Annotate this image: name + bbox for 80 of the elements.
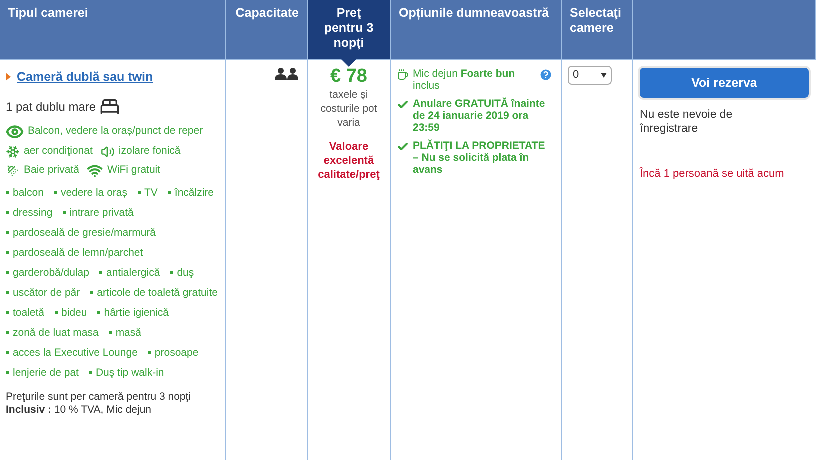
bullet-icon [99,271,102,274]
facility-text: hârtie igienică [104,306,170,320]
dropdown-arrow-icon [601,73,607,78]
snowflake-icon [6,144,20,159]
column-header: Tipul camerei [0,0,226,59]
facility-text: acces la Executive Lounge [13,346,138,360]
bullet-icon [90,291,94,294]
facility-text: TV [144,186,158,200]
facility-text: antialergică [106,266,160,280]
column-header: Selectaţi camere [562,0,633,59]
facility-text: pardoseală de gresie/marmură [13,226,156,240]
facility-text: bideu [62,306,88,320]
reserve-button[interactable]: Voi rezerva [640,68,809,98]
facility-text: încălzire [174,186,214,200]
facility-text: Duş tip walk-in [96,366,164,380]
room-name-link[interactable]: Cameră dublă sau twin [17,68,154,87]
facility-text: prosoape [154,346,199,360]
coffee-icon [397,69,409,81]
check-icon [397,99,409,111]
bullet-icon [6,211,9,214]
facility-text: lenjerie de pat [13,366,79,380]
bullet-icon [6,251,9,254]
viewers-alert-text: Încă 1 persoană se uită acum [640,166,786,182]
bullet-icon [138,191,140,194]
bullet-icon [97,311,100,314]
pointer-icon [341,59,357,67]
facility-text: garderobă/dulap [13,266,90,280]
option-text: Anulare GRATUITĂ înainte de 24 ianuarie 2019 ora 23:59 [413,98,546,134]
speaker-icon [100,144,115,159]
bullet-icon [54,311,58,314]
highlight-text: izolare fonică [118,144,181,159]
option-text: Mic dejun Foarte bun inclus [413,68,516,92]
bullet-icon [6,351,9,354]
bullet-icon [6,291,9,294]
bullet-icon [6,271,9,274]
bullet-icon [6,311,9,314]
highlight-text: aer condiţionat [24,144,93,159]
facility-text: balcon [13,186,44,200]
highlight-text: Balcon, vedere la oraș/punct de reper [28,124,204,139]
facility-text: intrare privată [70,206,134,220]
price-note-text: taxele și costurile pot varia [320,88,378,130]
price-amount: € 78 [330,66,368,88]
eye-icon [6,122,24,141]
column-header: Opțiunile dumneavoastră [391,0,562,59]
shower-icon [6,164,20,178]
two-people-icon [275,68,299,80]
bullet-icon [108,331,112,334]
bullet-icon [6,331,9,334]
room-count-select[interactable]: 0 [568,66,612,85]
facility-text: pardoseală de lemn/parchet [13,246,144,260]
bullet-icon [168,191,171,194]
highlight-text: Baie privată [24,162,80,178]
bullet-icon [6,191,9,194]
price-note: Preţurile sunt per cameră pentru 3 nopţi [6,390,192,404]
help-icon[interactable] [539,68,553,82]
bed-text: 1 pat dublu mare [6,98,96,116]
check-icon [397,141,409,153]
bullet-icon [88,371,92,374]
facility-text: duş [177,266,194,280]
bullet-icon [62,211,66,214]
facility-text: zonă de luat masa [13,326,99,340]
facility-text: toaletă [13,306,45,320]
bed-icon [100,96,120,117]
highlight-text: WiFi gratuit [107,162,161,178]
bullet-icon [6,371,9,374]
bullet-icon [54,191,57,194]
bullet-icon [170,271,174,274]
facility-text: vedere la oraș [60,186,128,200]
registration-note: Nu este nevoie de înregistrare [640,108,734,136]
included-note: Inclusiv : 10 % TVA, Mic dejun [6,404,153,416]
facility-text: uscător de păr [13,286,80,300]
facility-text: articole de toaletă gratuite [97,286,218,300]
value-label: Valoare excelentă calitate/preţ [317,140,381,182]
facility-text: masă [116,326,142,340]
facility-text: dressing [13,206,53,220]
wifi-icon [87,162,104,178]
caret-icon [6,73,11,82]
option-text: PLĂTIŢI LA PROPRIETATE – Nu se solicită plata în avans [413,140,546,176]
bullet-icon [148,351,151,354]
bullet-icon [6,231,9,234]
